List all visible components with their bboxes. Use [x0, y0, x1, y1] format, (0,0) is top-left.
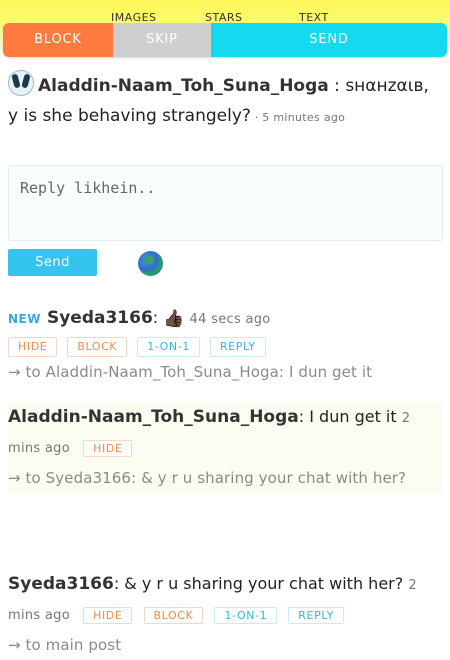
- reply-text: : I dun get it: [298, 407, 397, 426]
- reply-button[interactable]: REPLY: [209, 337, 266, 357]
- block-button[interactable]: BLOCK: [67, 337, 128, 357]
- block-button[interactable]: BLOCK: [143, 607, 204, 624]
- reply-target[interactable]: → to main post: [8, 636, 442, 654]
- post-time: 5 minutes ago: [262, 111, 346, 124]
- reply-actions: HIDE BLOCK 1-ON-1 REPLY: [8, 337, 442, 357]
- reply-header: Syeda3166: & y r u sharing your chat wit…: [8, 570, 442, 630]
- post-username[interactable]: Aladdin-Naam_Toh_Suna_Hoga: [38, 76, 329, 96]
- reply-text: : & y r u sharing your chat with her?: [113, 574, 404, 593]
- reply-target[interactable]: → to Aladdin-Naam_Toh_Suna_Hoga: I dun g…: [8, 363, 442, 381]
- reply-header: NEW Syeda3166: 👍🏿 44 secs ago: [8, 305, 442, 333]
- block-button[interactable]: BLOCK: [3, 23, 113, 57]
- globe-icon[interactable]: [138, 251, 163, 276]
- hide-button[interactable]: HIDE: [8, 337, 58, 357]
- reply-text: :: [152, 308, 159, 327]
- skip-button[interactable]: SKIP: [113, 23, 211, 57]
- top-toolbar: IMAGES STARS TEXT BLOCK SKIP SEND: [0, 0, 450, 60]
- send-button[interactable]: Send: [8, 249, 97, 276]
- avatar[interactable]: [8, 70, 34, 96]
- reply-username[interactable]: Aladdin-Naam_Toh_Suna_Hoga: [8, 407, 299, 427]
- reply-item: Aladdin-Naam_Toh_Suna_Hoga: I dun get it…: [8, 403, 442, 493]
- reply-item: Syeda3166: & y r u sharing your chat wit…: [8, 570, 442, 654]
- reply-time: 44 secs ago: [189, 312, 271, 327]
- reply-header: Aladdin-Naam_Toh_Suna_Hoga: I dun get it…: [8, 403, 442, 463]
- reply-button[interactable]: REPLY: [288, 607, 344, 624]
- hide-button[interactable]: HIDE: [83, 607, 133, 624]
- reply-item: NEW Syeda3166: 👍🏿 44 secs ago HIDE BLOCK …: [8, 305, 442, 381]
- one-on-one-button[interactable]: 1-ON-1: [137, 337, 200, 357]
- reply-username[interactable]: Syeda3166: [47, 308, 153, 328]
- hide-button[interactable]: HIDE: [83, 440, 133, 457]
- send-button-top[interactable]: SEND: [211, 23, 447, 57]
- thumbs-up-icon: 👍🏿: [163, 309, 185, 329]
- reply-target[interactable]: → to Syeda3166: & y r u sharing your cha…: [8, 469, 442, 487]
- action-button-row: BLOCK SKIP SEND: [3, 23, 447, 57]
- reply-input[interactable]: [9, 166, 442, 240]
- reply-username[interactable]: Syeda3166: [8, 574, 114, 594]
- post-dash: ·: [250, 111, 263, 124]
- post-separator: :: [328, 76, 346, 96]
- post-mention: ѕнαнzαιв: [345, 76, 424, 96]
- new-badge: NEW: [8, 312, 41, 326]
- main-post: Aladdin-Naam_Toh_Suna_Hoga : ѕнαнzαιв, y…: [8, 70, 442, 133]
- reply-box: [8, 165, 443, 241]
- one-on-one-button[interactable]: 1-ON-1: [214, 607, 278, 624]
